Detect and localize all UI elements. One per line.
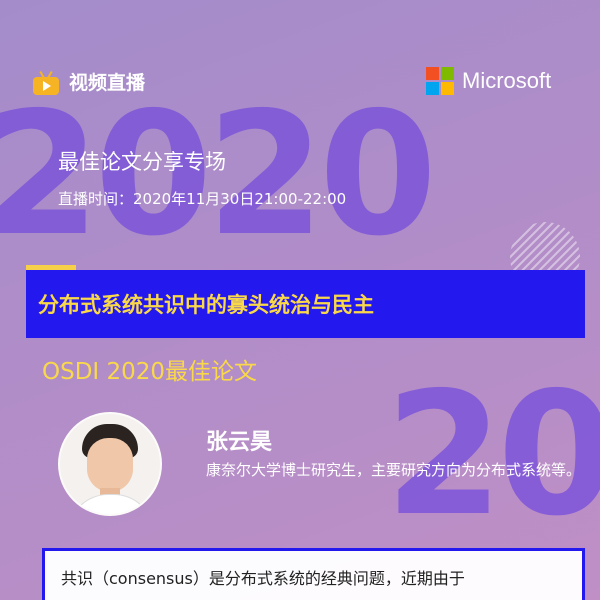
poster: 2020 20 视频直播 Microsoft 最佳论文分享专场 直播时间：202… [0, 0, 600, 600]
speaker-name: 张云昊 [206, 430, 273, 455]
event-time: 直播时间：2020年11月30日21:00-22:00 [58, 190, 347, 208]
speaker-bio: 康奈尔大学博士研究生，主要研究方向为分布式系统等。 [206, 461, 582, 479]
microsoft-brand: Microsoft [426, 67, 551, 95]
live-badge: 视频直播 [33, 68, 145, 95]
event-title: 最佳论文分享专场 [58, 150, 226, 174]
microsoft-logo-icon [426, 67, 454, 95]
abstract-text: 共识（consensus）是分布式系统的经典问题，近期由于 [61, 569, 465, 588]
speaker-avatar [58, 412, 162, 516]
paper-title: 分布式系统共识中的寡头统治与民主 [38, 293, 374, 317]
tv-play-icon [33, 70, 59, 95]
brand-name: Microsoft [462, 68, 552, 93]
live-label: 视频直播 [69, 72, 146, 94]
paper-award: OSDI 2020最佳论文 [42, 359, 258, 385]
abstract-box: 共识（consensus）是分布式系统的经典问题，近期由于 [42, 548, 585, 600]
background-number-20: 20 [385, 356, 600, 554]
paper-title-banner: 分布式系统共识中的寡头统治与民主 [26, 270, 585, 338]
